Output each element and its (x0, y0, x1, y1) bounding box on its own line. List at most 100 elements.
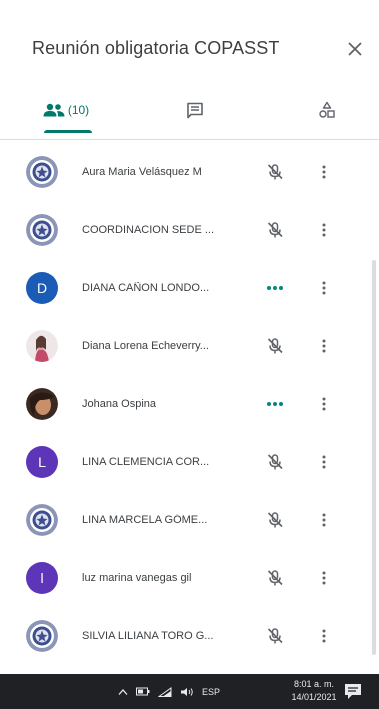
mic-off-icon (267, 628, 283, 644)
header-divider (0, 139, 379, 140)
avatar: L (26, 446, 58, 478)
participant-name: DIANA CAÑON LONDO... (82, 282, 210, 294)
participant-row[interactable]: D DIANA CAÑON LONDO... (0, 259, 370, 317)
language-indicator[interactable]: ESP (202, 687, 220, 697)
clock-date: 14/01/2021 (291, 692, 337, 702)
scrollbar[interactable] (372, 260, 376, 655)
avatar (26, 620, 58, 652)
wifi-icon[interactable] (158, 686, 172, 697)
participant-row[interactable]: Johana Ospina (0, 375, 370, 433)
chevron-up-icon[interactable] (118, 688, 128, 696)
battery-icon[interactable] (136, 687, 150, 696)
more-options-button[interactable] (314, 161, 334, 183)
avatar (26, 156, 58, 188)
profile-photo-icon (26, 388, 58, 420)
mute-status-button[interactable] (264, 161, 286, 183)
avatar (26, 388, 58, 420)
people-icon (43, 103, 65, 117)
notification-icon[interactable] (343, 682, 363, 701)
more-vert-icon (322, 397, 326, 411)
avatar-initial: L (38, 454, 46, 470)
chat-icon (187, 102, 203, 118)
more-options-button[interactable] (314, 451, 334, 473)
participant-row[interactable]: l luz marina vanegas gil (0, 549, 370, 607)
mute-status-button[interactable] (264, 451, 286, 473)
more-vert-icon (322, 571, 326, 585)
speaking-indicator (264, 277, 286, 299)
participant-name: LINA CLEMENCIA COR... (82, 456, 210, 468)
organization-logo-icon (26, 214, 58, 246)
participant-row[interactable]: L LINA CLEMENCIA COR... (0, 433, 370, 491)
mic-off-icon (267, 570, 283, 586)
speaking-indicator-icon (267, 402, 283, 406)
more-options-button[interactable] (314, 625, 334, 647)
activities-icon (319, 101, 335, 118)
participant-name: luz marina vanegas gil (82, 572, 192, 584)
tab-activities[interactable] (305, 90, 349, 130)
system-tray: ESP (118, 674, 220, 709)
taskbar-clock[interactable]: 8:01 a. m. 14/01/2021 (287, 678, 341, 704)
avatar (26, 504, 58, 536)
more-vert-icon (322, 629, 326, 643)
more-vert-icon (322, 165, 326, 179)
people-count: (10) (67, 103, 90, 117)
more-options-button[interactable] (314, 219, 334, 241)
participant-name: LINA MARCELA GÓME... (82, 514, 208, 526)
participant-row[interactable]: SILVIA LILIANA TORO G... (0, 607, 370, 665)
profile-photo-icon (26, 330, 58, 362)
mic-off-icon (267, 512, 283, 528)
organization-logo-icon (26, 504, 58, 536)
mute-status-button[interactable] (264, 567, 286, 589)
windows-taskbar: ESP 8:01 a. m. 14/01/2021 (0, 674, 379, 709)
panel-header: Reunión obligatoria COPASST (0, 0, 379, 96)
more-options-button[interactable] (314, 277, 334, 299)
tab-people[interactable]: (10) (30, 90, 102, 130)
participant-row[interactable]: Diana Lorena Echeverry... (0, 317, 370, 375)
more-vert-icon (322, 455, 326, 469)
avatar-initial: D (36, 280, 48, 296)
mic-off-icon (267, 222, 283, 238)
more-options-button[interactable] (314, 567, 334, 589)
more-vert-icon (322, 281, 326, 295)
participant-name: Diana Lorena Echeverry... (82, 340, 209, 352)
speaking-indicator-icon (267, 286, 283, 290)
more-options-button[interactable] (314, 509, 334, 531)
participant-name: COORDINACION SEDE ... (82, 224, 215, 236)
mic-off-icon (267, 454, 283, 470)
close-icon (348, 42, 362, 56)
mic-off-icon (267, 338, 283, 354)
mic-off-icon (267, 164, 283, 180)
more-options-button[interactable] (314, 335, 334, 357)
participant-row[interactable]: COORDINACION SEDE ... (0, 201, 370, 259)
panel-tabs: (10) (0, 90, 379, 136)
more-options-button[interactable] (314, 393, 334, 415)
participant-name: SILVIA LILIANA TORO G... (82, 630, 214, 642)
participant-list: Aura Maria Velásquez M COORDINACION SEDE … (0, 143, 379, 671)
participant-name: Johana Ospina (82, 398, 156, 410)
organization-logo-icon (26, 156, 58, 188)
mute-status-button[interactable] (264, 625, 286, 647)
mute-status-button[interactable] (264, 219, 286, 241)
avatar (26, 330, 58, 362)
more-vert-icon (322, 339, 326, 353)
mute-status-button[interactable] (264, 509, 286, 531)
volume-icon[interactable] (180, 687, 194, 697)
more-vert-icon (322, 513, 326, 527)
organization-logo-icon (26, 620, 58, 652)
meeting-title: Reunión obligatoria COPASST (32, 38, 280, 58)
tab-chat[interactable] (170, 90, 220, 130)
speaking-indicator (264, 393, 286, 415)
meeting-people-panel: Reunión obligatoria COPASST (10) Aura Ma… (0, 0, 379, 674)
mute-status-button[interactable] (264, 335, 286, 357)
avatar: D (26, 272, 58, 304)
close-button[interactable] (338, 32, 372, 66)
avatar: l (26, 562, 58, 594)
more-vert-icon (322, 223, 326, 237)
avatar (26, 214, 58, 246)
active-tab-indicator (44, 130, 92, 133)
participant-row[interactable]: LINA MARCELA GÓME... (0, 491, 370, 549)
avatar-initial: l (40, 570, 44, 586)
participant-name: Aura Maria Velásquez M (82, 166, 202, 178)
clock-time: 8:01 a. m. (293, 679, 335, 689)
participant-row[interactable]: Aura Maria Velásquez M (0, 143, 370, 201)
